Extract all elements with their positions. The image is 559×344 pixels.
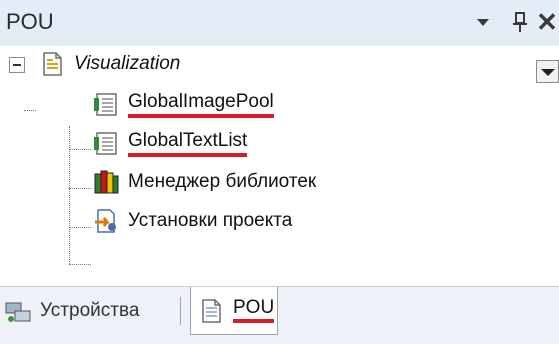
tree-item-label: GlobalTextList	[128, 130, 248, 157]
tree-item-library-manager[interactable]: Менеджер библиотек	[92, 166, 316, 198]
tree-item-label: Менеджер библиотек	[128, 171, 317, 192]
tree-item-globaltextlist[interactable]: GlobalTextList	[92, 127, 248, 159]
panel-tab-bar: Устройства POU	[0, 286, 559, 344]
tree-connector	[69, 188, 91, 189]
tree-item-label: Установки проекта	[128, 210, 293, 231]
tab-label: Устройства	[40, 300, 140, 321]
list-object-icon	[92, 90, 120, 118]
tab-pou[interactable]: POU	[190, 287, 278, 335]
tree-connector	[69, 149, 91, 150]
tree-connector	[69, 126, 70, 264]
pou-tree: Visualization GlobalImagePool GlobalText…	[0, 46, 559, 286]
tab-devices[interactable]: Устройства	[0, 287, 139, 335]
tab-separator	[180, 297, 181, 325]
panel-title: POU	[6, 9, 54, 34]
tree-connector	[69, 227, 91, 228]
list-object-icon	[92, 129, 120, 157]
scroll-dropdown-button[interactable]	[536, 60, 559, 83]
tree-item-label: GlobalImagePool	[128, 91, 274, 118]
close-icon[interactable]: ✕	[534, 7, 559, 37]
pou-document-icon	[197, 297, 225, 325]
tree-connector	[24, 110, 36, 111]
pou-panel: POU ✕ Visualization GlobalImagePool Glob…	[0, 0, 559, 344]
project-settings-icon	[92, 207, 120, 235]
tab-label: POU	[233, 298, 275, 323]
panel-header: POU ✕	[0, 0, 559, 46]
document-icon	[38, 50, 66, 78]
tree-item-visualization[interactable]: Visualization	[38, 48, 180, 80]
tree-item-label: Visualization	[74, 53, 181, 74]
tree-item-globalimagepool[interactable]: GlobalImagePool	[92, 88, 274, 120]
library-books-icon	[92, 168, 120, 196]
pin-icon[interactable]	[507, 8, 533, 36]
panel-menu-dropdown-icon[interactable]	[470, 8, 496, 36]
devices-icon	[4, 297, 32, 325]
tree-item-project-settings[interactable]: Установки проекта	[92, 205, 292, 237]
tree-collapse-toggle[interactable]	[9, 57, 25, 73]
tree-connector	[69, 264, 91, 265]
